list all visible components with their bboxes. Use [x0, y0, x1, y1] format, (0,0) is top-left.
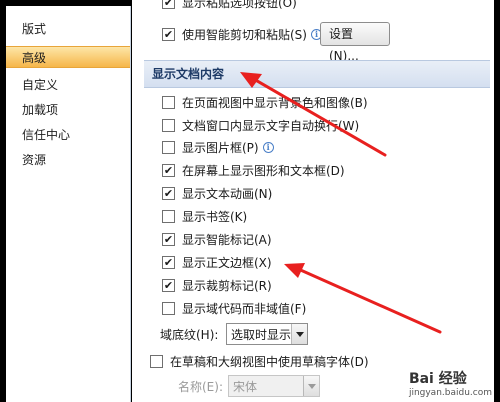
picture-placeholders-checkbox[interactable]: [162, 140, 175, 154]
option-row: 显示域代码而非域值(F): [132, 298, 306, 318]
option-label: 文档窗口内显示文字自动换行(W): [182, 118, 360, 133]
option-label: 显示图片框(P): [182, 140, 259, 155]
chevron-down-icon: [291, 324, 307, 344]
draft-font-checkbox[interactable]: [150, 354, 163, 368]
nav-item-customize[interactable]: 自定义: [6, 74, 130, 96]
field-shading-label: 域底纹(H):: [160, 328, 219, 342]
show-background-checkbox[interactable]: [162, 95, 175, 109]
option-row: ✔ 显示智能标记(A): [132, 229, 272, 249]
option-row-smart-cut: ✔ 使用智能剪切和粘贴(S) i: [132, 24, 322, 44]
smart-cut-checkbox[interactable]: ✔: [162, 27, 175, 41]
field-shading-value: 选取时显示: [231, 327, 292, 342]
section-header-display-content: 显示文档内容: [144, 60, 490, 88]
option-row: 显示图片框(P) i: [132, 137, 274, 157]
option-row: ✔ 在屏幕上显示图形和文本框(D): [132, 160, 345, 180]
option-label: 在屏幕上显示图形和文本框(D): [182, 163, 345, 178]
settings-button[interactable]: 设置(N)...: [320, 22, 390, 63]
smart-tags-checkbox[interactable]: ✔: [162, 232, 175, 246]
nav-item-layout[interactable]: 版式: [6, 18, 130, 40]
options-dialog: 版式 高级 自定义 加载项 信任中心 资源 ✔ 显示粘贴选项按钮(O) ✔ 使用…: [0, 0, 500, 402]
option-label: 显示正文边框(X): [182, 255, 272, 270]
watermark: Bai 经验 jingyan.baidu.com: [409, 368, 492, 398]
info-icon: i: [262, 141, 274, 153]
option-row: ✔ 显示文本动画(N): [132, 183, 272, 203]
option-label: 显示裁剪标记(R): [182, 278, 272, 293]
nav-item-advanced[interactable]: 高级: [6, 46, 130, 68]
crop-marks-checkbox[interactable]: ✔: [162, 278, 175, 292]
paste-options-label: 显示粘贴选项按钮(O): [182, 0, 297, 10]
nav-item-addins[interactable]: 加载项: [6, 99, 130, 121]
options-nav: 版式 高级 自定义 加载项 信任中心 资源: [6, 6, 131, 402]
option-row: 在页面视图中显示背景色和图像(B): [132, 92, 368, 112]
nav-item-resources[interactable]: 资源: [6, 149, 130, 171]
option-row-paste-options: ✔ 显示粘贴选项按钮(O): [132, 0, 297, 12]
draft-font-label: 在草稿和大纲视图中使用草稿字体(D): [170, 354, 369, 369]
option-row: 文档窗口内显示文字自动换行(W): [132, 115, 359, 135]
field-shading-select[interactable]: 选取时显示: [226, 323, 308, 345]
option-row: ✔ 显示裁剪标记(R): [132, 275, 272, 295]
option-label: 显示智能标记(A): [182, 232, 272, 247]
option-row: 显示书签(K): [132, 206, 247, 226]
field-codes-checkbox[interactable]: [162, 301, 175, 315]
text-animation-checkbox[interactable]: ✔: [162, 186, 175, 200]
font-name-select[interactable]: 宋体: [228, 375, 320, 397]
font-name-label: 名称(E):: [178, 380, 223, 394]
text-boundaries-checkbox[interactable]: ✔: [162, 255, 175, 269]
option-row: ✔ 显示正文边框(X): [132, 252, 272, 272]
paste-options-checkbox[interactable]: ✔: [162, 0, 175, 9]
option-label: 显示书签(K): [182, 209, 248, 224]
option-row-draft-font: 在草稿和大纲视图中使用草稿字体(D): [132, 351, 369, 371]
drawings-checkbox[interactable]: ✔: [162, 163, 175, 177]
font-name-value: 宋体: [233, 379, 258, 394]
bookmarks-checkbox[interactable]: [162, 209, 175, 223]
chevron-down-icon: [303, 376, 319, 396]
option-label: 在页面视图中显示背景色和图像(B): [182, 95, 368, 110]
wrap-text-checkbox[interactable]: [162, 118, 175, 132]
option-label: 显示文本动画(N): [182, 186, 273, 201]
smart-cut-label: 使用智能剪切和粘贴(S): [182, 27, 307, 42]
watermark-url: jingyan.baidu.com: [408, 388, 492, 398]
nav-item-trust-center[interactable]: 信任中心: [6, 124, 130, 146]
options-panel: ✔ 显示粘贴选项按钮(O) ✔ 使用智能剪切和粘贴(S) i 设置(N)... …: [132, 0, 494, 402]
option-label: 显示域代码而非域值(F): [182, 301, 307, 316]
watermark-logo: Bai 经验: [408, 371, 467, 387]
